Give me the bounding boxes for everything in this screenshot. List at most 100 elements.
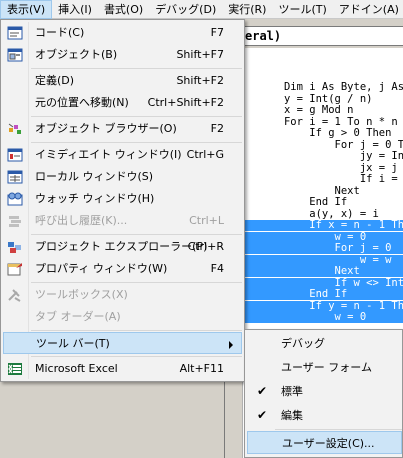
submenu-item-debug[interactable]: デバッグ xyxy=(247,332,402,355)
menu-code-shortcut: F7 xyxy=(210,26,224,39)
submenu-item-label: ユーザー設定(C)... xyxy=(282,437,375,450)
toolbox-icon xyxy=(7,288,23,302)
code-line: Dim i As Byte, j As xyxy=(265,81,403,93)
menu-properties-shortcut: F4 xyxy=(210,262,224,275)
submenu-item-userform[interactable]: ユーザー フォーム xyxy=(247,356,402,379)
properties-window-icon xyxy=(7,262,23,276)
menu-last-position-shortcut: Ctrl+Shift+F2 xyxy=(147,96,224,109)
excel-icon xyxy=(7,362,23,376)
menu-object-shortcut: Shift+F7 xyxy=(176,48,224,61)
project-explorer-icon xyxy=(7,240,23,254)
menu-properties-label: プロパティ ウィンドウ(W) xyxy=(35,262,168,275)
view-menu: コード(C) F7 オブジェクト(B) Shift+F7 定義(D) Shift… xyxy=(0,19,245,382)
submenu-item-label: ユーザー フォーム xyxy=(281,361,372,374)
code-line: w = 0 xyxy=(225,231,403,243)
immediate-window-icon xyxy=(7,148,23,162)
menu-project-explorer-shortcut: Ctrl+R xyxy=(187,240,224,253)
code-line: Next xyxy=(225,266,403,277)
code-line: End If xyxy=(225,289,403,300)
menubar-format[interactable]: 書式(O) xyxy=(98,0,149,19)
menu-code[interactable]: コード(C) F7 xyxy=(3,22,242,44)
menu-toolbox-label: ツールボックス(X) xyxy=(35,288,128,301)
menu-object-browser-label: オブジェクト ブラウザー(O) xyxy=(35,122,177,135)
menu-watch[interactable]: ウォッチ ウィンドウ(H) xyxy=(3,188,242,210)
submenu-item-edit[interactable]: ✔ 編集 xyxy=(247,404,402,427)
menu-immediate[interactable]: イミディエイト ウィンドウ(I) Ctrl+G xyxy=(3,144,242,166)
submenu-arrow-icon xyxy=(229,341,233,349)
menu-bar: 表示(V) 挿入(I) 書式(O) デバッグ(D) 実行(R) ツール(T) ア… xyxy=(0,0,403,19)
watch-window-icon xyxy=(7,192,23,206)
menu-separator xyxy=(31,282,242,283)
code-line: If y = n - 1 Th xyxy=(225,300,403,312)
menu-separator xyxy=(275,429,402,430)
menu-separator xyxy=(31,142,242,143)
submenu-item-label: デバッグ xyxy=(281,337,325,350)
code-line: a(y, x) = i xyxy=(265,207,379,220)
menu-call-stack-shortcut: Ctrl+L xyxy=(189,214,224,227)
menu-separator xyxy=(31,116,242,117)
menubar-addins[interactable]: アドイン(A) xyxy=(333,0,403,19)
menu-object[interactable]: オブジェクト(B) Shift+F7 xyxy=(3,44,242,66)
procedure-dropdown[interactable]: eral) xyxy=(224,26,403,46)
checkmark-icon: ✔ xyxy=(256,408,268,422)
menu-microsoft-excel-label: Microsoft Excel xyxy=(35,362,118,375)
menu-definition[interactable]: 定義(D) Shift+F2 xyxy=(3,70,242,92)
code-line: jy = Int xyxy=(265,150,403,162)
code-line: End If xyxy=(265,196,348,208)
menu-properties[interactable]: プロパティ ウィンドウ(W) F4 xyxy=(3,258,242,280)
menubar-tools[interactable]: ツール(T) xyxy=(272,0,332,19)
menu-toolbox: ツールボックス(X) xyxy=(3,284,242,306)
menubar-insert[interactable]: 挿入(I) xyxy=(52,0,98,19)
code-line: If x = n - 1 Th xyxy=(225,220,403,231)
code-line: w = 0 xyxy=(225,312,403,323)
code-line: If w <> Int xyxy=(225,277,403,289)
menu-definition-shortcut: Shift+F2 xyxy=(176,74,224,87)
code-line: For j = 0 xyxy=(225,243,403,254)
menu-immediate-shortcut: Ctrl+G xyxy=(186,148,224,161)
submenu-item-customize[interactable]: ユーザー設定(C)... xyxy=(247,431,402,454)
menu-object-label: オブジェクト(B) xyxy=(35,48,118,61)
menu-watch-label: ウォッチ ウィンドウ(H) xyxy=(35,192,155,205)
code-line: If i = a xyxy=(265,173,403,185)
menubar-run[interactable]: 実行(R) xyxy=(222,0,272,19)
menu-code-label: コード(C) xyxy=(35,26,85,39)
menu-call-stack: 呼び出し履歴(K)... Ctrl+L xyxy=(3,210,242,232)
toolbar-submenu: デバッグ ユーザー フォーム ✔ 標準 ✔ 編集 ユーザー設定(C)... xyxy=(244,329,403,458)
menu-separator xyxy=(31,234,242,235)
menu-locals-label: ローカル ウィンドウ(S) xyxy=(35,170,154,183)
checkmark-icon: ✔ xyxy=(256,384,268,398)
menu-object-browser[interactable]: オブジェクト ブラウザー(O) F2 xyxy=(3,118,242,140)
menu-locals[interactable]: ローカル ウィンドウ(S) xyxy=(3,166,242,188)
menu-separator xyxy=(31,330,242,331)
menu-project-explorer[interactable]: プロジェクト エクスプローラー(P) Ctrl+R xyxy=(3,236,242,258)
menu-tab-order-label: タブ オーダー(A) xyxy=(35,310,121,323)
code-line: For i = 1 To n * n xyxy=(265,115,398,128)
menu-immediate-label: イミディエイト ウィンドウ(I) xyxy=(35,148,182,161)
menu-separator xyxy=(31,68,242,69)
menu-call-stack-label: 呼び出し履歴(K)... xyxy=(35,214,128,227)
code-line: jx = j M xyxy=(265,161,403,174)
locals-window-icon xyxy=(7,170,23,184)
code-line: For j = 0 To xyxy=(265,138,403,151)
menu-toolbars-label: ツール バー(T) xyxy=(36,337,110,350)
menu-object-browser-shortcut: F2 xyxy=(210,122,224,135)
menu-last-position[interactable]: 元の位置へ移動(N) Ctrl+Shift+F2 xyxy=(3,92,242,114)
object-browser-icon xyxy=(7,122,23,136)
menu-toolbars[interactable]: ツール バー(T) xyxy=(3,332,242,354)
menu-microsoft-excel-shortcut: Alt+F11 xyxy=(179,362,224,375)
code-line: w = w xyxy=(225,254,403,266)
menubar-view[interactable]: 表示(V) xyxy=(0,0,53,19)
menubar-debug[interactable]: デバッグ(D) xyxy=(149,0,222,19)
code-line: x = g Mod n xyxy=(265,104,354,116)
code-line: y = Int(g / n) xyxy=(265,92,373,105)
code-line: If g > 0 Then xyxy=(265,127,392,139)
submenu-item-label: 編集 xyxy=(281,409,303,422)
menu-definition-label: 定義(D) xyxy=(35,74,75,87)
menu-tab-order: タブ オーダー(A) xyxy=(3,306,242,328)
code-window-icon xyxy=(7,26,23,40)
object-window-icon xyxy=(7,48,23,62)
menu-separator xyxy=(31,356,242,357)
menu-microsoft-excel[interactable]: Microsoft Excel Alt+F11 xyxy=(3,358,242,380)
call-stack-icon xyxy=(7,214,23,228)
submenu-item-standard[interactable]: ✔ 標準 xyxy=(247,380,402,403)
